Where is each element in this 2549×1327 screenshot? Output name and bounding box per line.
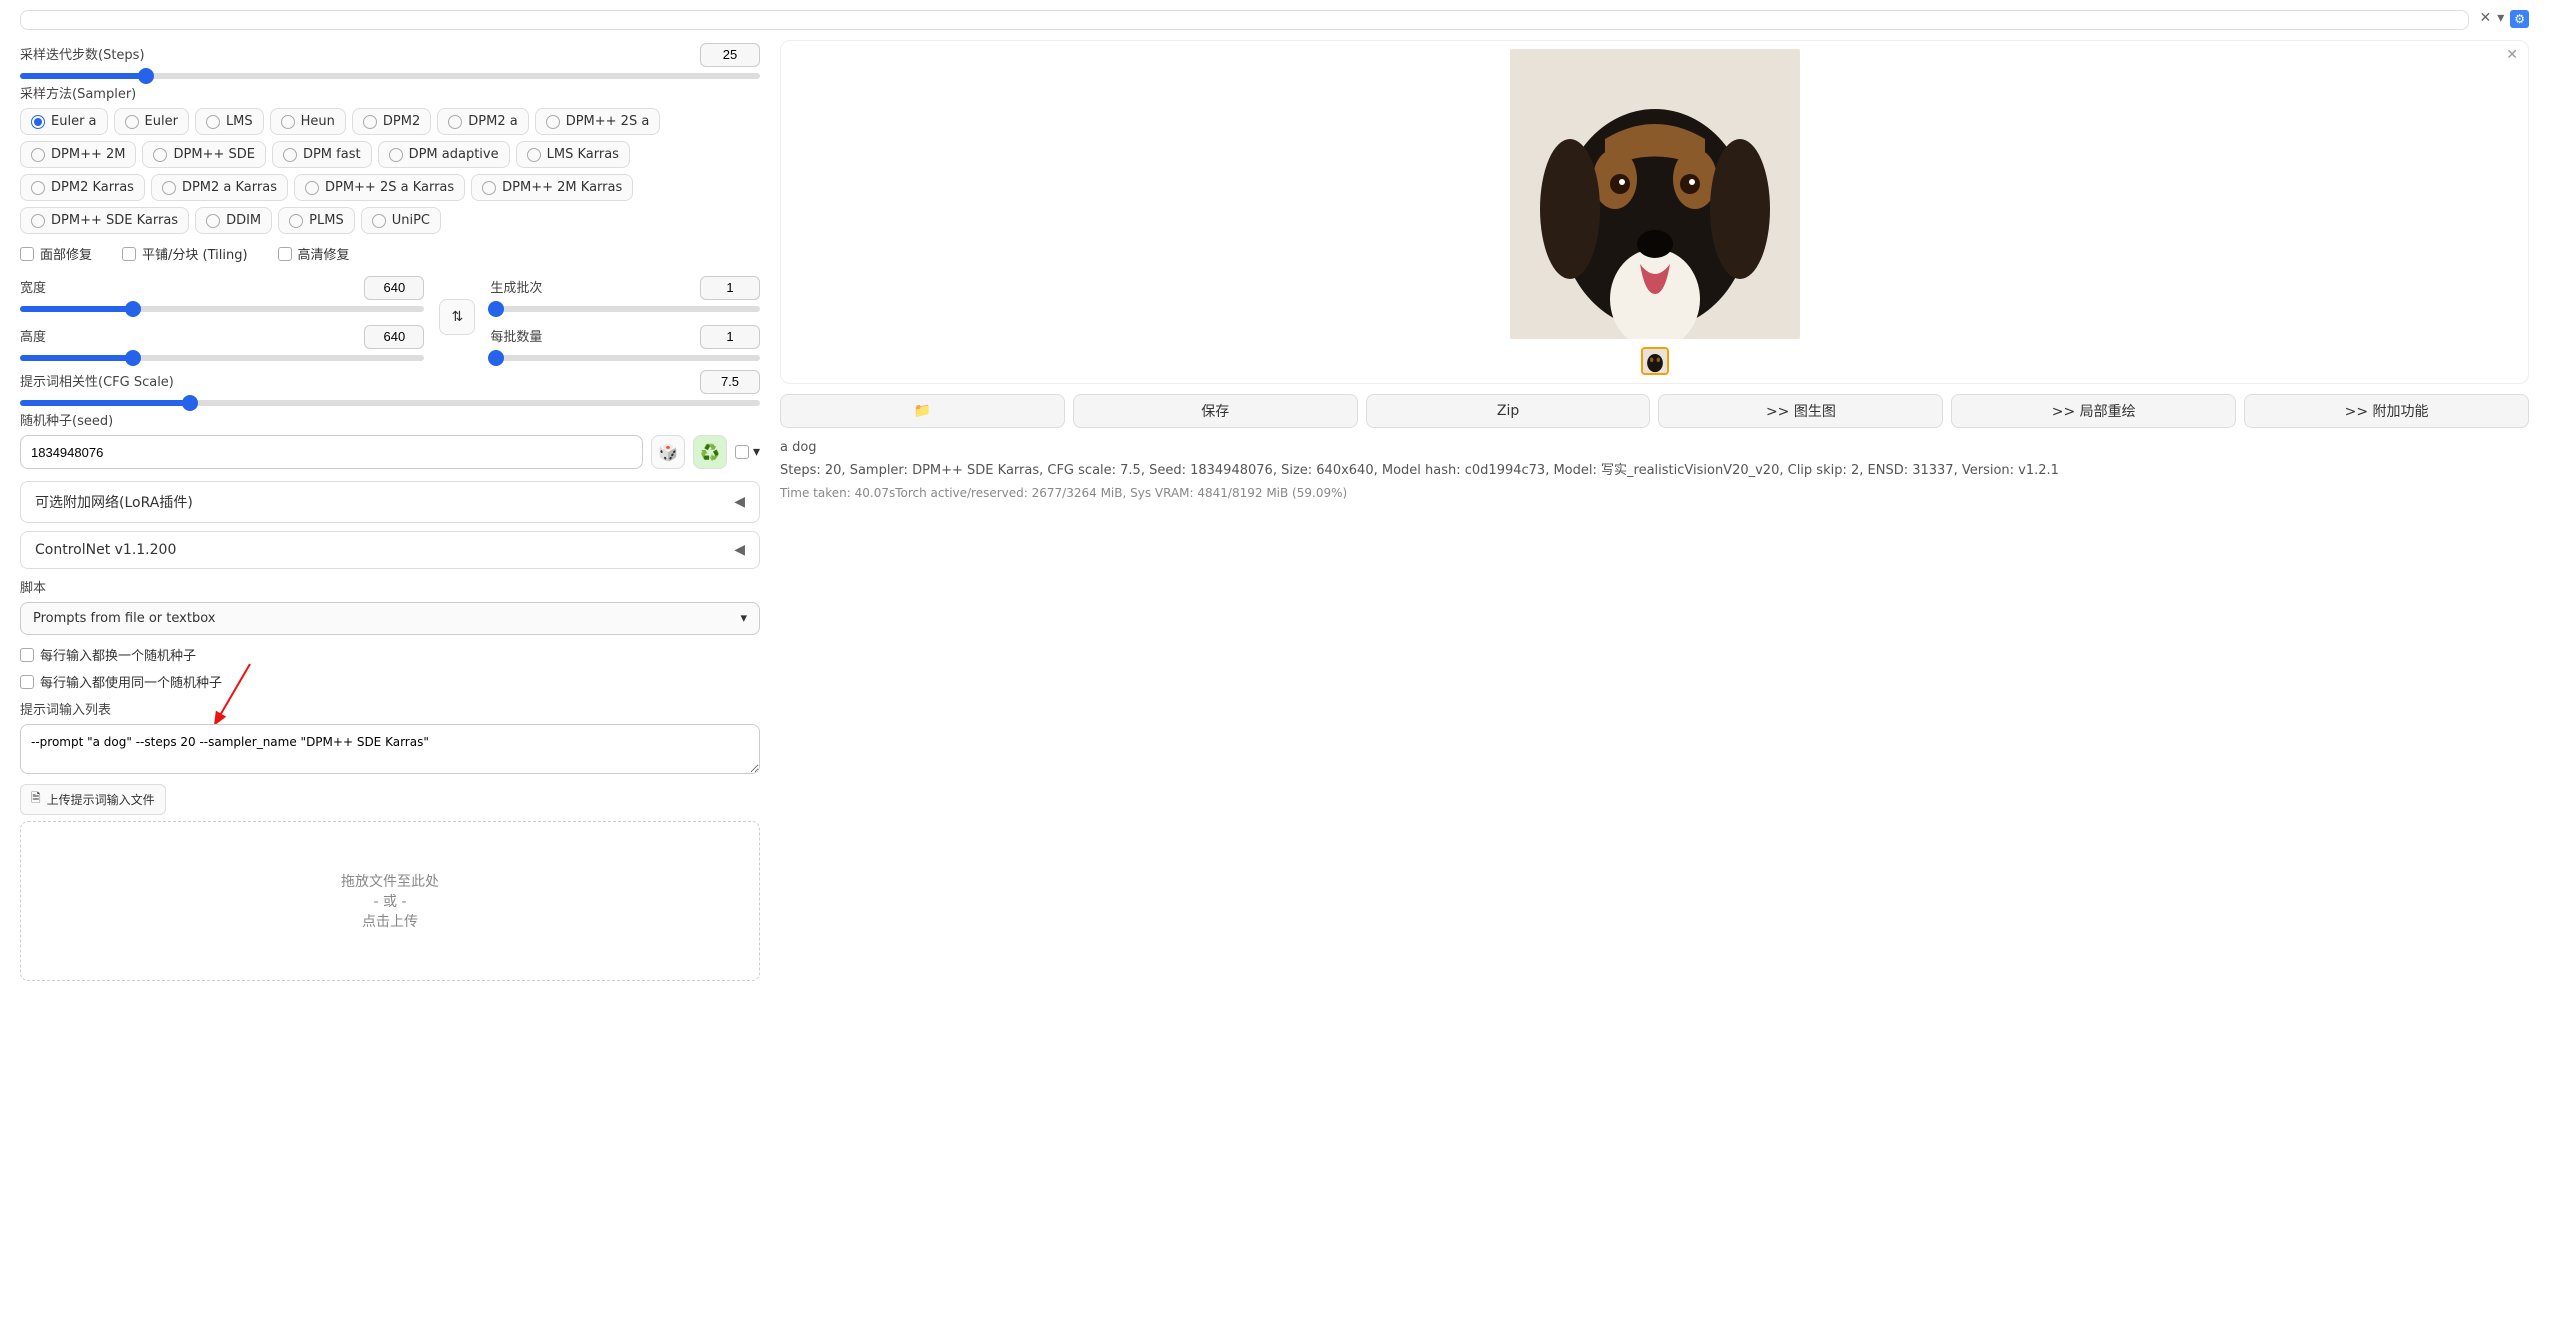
cfg-input[interactable] — [700, 370, 760, 394]
batch-size-input[interactable] — [700, 325, 760, 349]
width-label: 宽度 — [20, 277, 46, 296]
sampler-option[interactable]: DPM++ SDE — [142, 141, 265, 168]
close-icon[interactable]: ✕ — [2506, 47, 2518, 63]
sampler-label: 采样方法(Sampler) — [20, 83, 760, 102]
controlnet-accordion[interactable]: ControlNet v1.1.200 ◀ — [20, 531, 760, 569]
sampler-option[interactable]: Euler — [114, 108, 189, 135]
width-slider[interactable] — [20, 306, 424, 312]
zip-button[interactable]: Zip — [1366, 394, 1651, 428]
output-params-text: Steps: 20, Sampler: DPM++ SDE Karras, CF… — [780, 459, 2529, 478]
cfg-slider[interactable] — [20, 400, 760, 406]
prompt-area-collapsed[interactable] — [20, 10, 2469, 30]
settings-icon[interactable]: ⚙ — [2510, 10, 2529, 28]
batch-count-input[interactable] — [700, 276, 760, 300]
same-seed-checkbox[interactable]: 每行输入都使用同一个随机种子 — [20, 672, 760, 691]
sampler-option[interactable]: UniPC — [361, 207, 441, 234]
cfg-label: 提示词相关性(CFG Scale) — [20, 371, 174, 390]
sampler-option[interactable]: DPM2 a — [437, 108, 528, 135]
chevron-down-icon: ▾ — [740, 611, 747, 626]
triangle-left-icon: ◀ — [734, 494, 745, 510]
batch-size-label: 每批数量 — [490, 326, 542, 345]
script-select[interactable]: Prompts from file or textbox ▾ — [20, 602, 760, 635]
hires-checkbox[interactable]: 高清修复 — [278, 244, 350, 263]
extras-button[interactable]: >> 附加功能 — [2244, 394, 2529, 428]
width-input[interactable] — [364, 276, 424, 300]
sampler-option[interactable]: DPM fast — [272, 141, 372, 168]
sampler-option[interactable]: DPM++ 2M Karras — [471, 174, 633, 201]
seed-recycle-button[interactable]: ♻️ — [693, 435, 727, 469]
sampler-option[interactable]: DDIM — [195, 207, 272, 234]
seed-random-button[interactable]: 🎲 — [651, 435, 685, 469]
output-thumbnail[interactable] — [1641, 347, 1669, 375]
sampler-option[interactable]: DPM++ 2S a — [535, 108, 661, 135]
face-restore-checkbox[interactable]: 面部修复 — [20, 244, 92, 263]
dropdown-icon[interactable]: ▾ — [2497, 10, 2504, 26]
sampler-option[interactable]: DPM++ SDE Karras — [20, 207, 189, 234]
sampler-option[interactable]: DPM++ 2S a Karras — [294, 174, 465, 201]
prompt-list-label: 提示词输入列表 — [20, 699, 760, 718]
seed-input[interactable] — [20, 435, 643, 469]
batch-size-slider[interactable] — [490, 355, 760, 361]
output-prompt-text: a dog — [780, 440, 2529, 455]
img2img-button[interactable]: >> 图生图 — [1658, 394, 1943, 428]
sampler-option[interactable]: DPM2 — [352, 108, 431, 135]
random-each-checkbox[interactable]: 每行输入都换一个随机种子 — [20, 645, 760, 664]
seed-label: 随机种子(seed) — [20, 410, 760, 429]
sampler-option[interactable]: DPM2 Karras — [20, 174, 145, 201]
sampler-option[interactable]: DPM++ 2M — [20, 141, 136, 168]
sampler-option[interactable]: Heun — [270, 108, 346, 135]
batch-count-label: 生成批次 — [490, 277, 542, 296]
triangle-left-icon: ◀ — [734, 542, 745, 558]
script-label: 脚本 — [20, 577, 760, 596]
height-slider[interactable] — [20, 355, 424, 361]
open-folder-button[interactable]: 📁 — [780, 394, 1065, 428]
inpaint-button[interactable]: >> 局部重绘 — [1951, 394, 2236, 428]
height-label: 高度 — [20, 326, 46, 345]
sampler-option[interactable]: DPM adaptive — [378, 141, 510, 168]
sampler-option[interactable]: DPM2 a Karras — [151, 174, 288, 201]
sampler-radio-group: Euler aEulerLMSHeunDPM2DPM2 a DPM++ 2S a D… — [20, 108, 760, 234]
batch-count-slider[interactable] — [490, 306, 760, 312]
tiling-checkbox[interactable]: 平铺/分块 (Tiling) — [122, 244, 248, 263]
height-input[interactable] — [364, 325, 424, 349]
file-dropzone[interactable]: 拖放文件至此处 - 或 - 点击上传 — [20, 821, 760, 981]
steps-label: 采样迭代步数(Steps) — [20, 44, 145, 63]
sampler-option[interactable]: LMS Karras — [516, 141, 630, 168]
sampler-option[interactable]: Euler a — [20, 108, 108, 135]
prompt-list-textarea[interactable] — [20, 724, 760, 774]
generated-image[interactable] — [1510, 49, 1800, 339]
sampler-option[interactable]: PLMS — [278, 207, 355, 234]
output-image-panel: ✕ — [780, 40, 2529, 384]
sampler-option[interactable]: LMS — [195, 108, 264, 135]
output-time-text: Time taken: 40.07sTorch active/reserved:… — [780, 486, 2529, 500]
save-button[interactable]: 保存 — [1073, 394, 1358, 428]
file-icon: 🗎 — [31, 789, 41, 810]
close-icon[interactable]: ✕ — [2479, 10, 2491, 26]
seed-extra-checkbox[interactable]: ▾ — [735, 444, 760, 460]
upload-file-button[interactable]: 🗎 上传提示词输入文件 — [20, 784, 166, 815]
lora-accordion[interactable]: 可选附加网络(LoRA插件) ◀ — [20, 481, 760, 523]
steps-input[interactable] — [700, 43, 760, 67]
swap-dims-button[interactable]: ⇅ — [439, 299, 475, 335]
steps-slider[interactable] — [20, 73, 760, 79]
